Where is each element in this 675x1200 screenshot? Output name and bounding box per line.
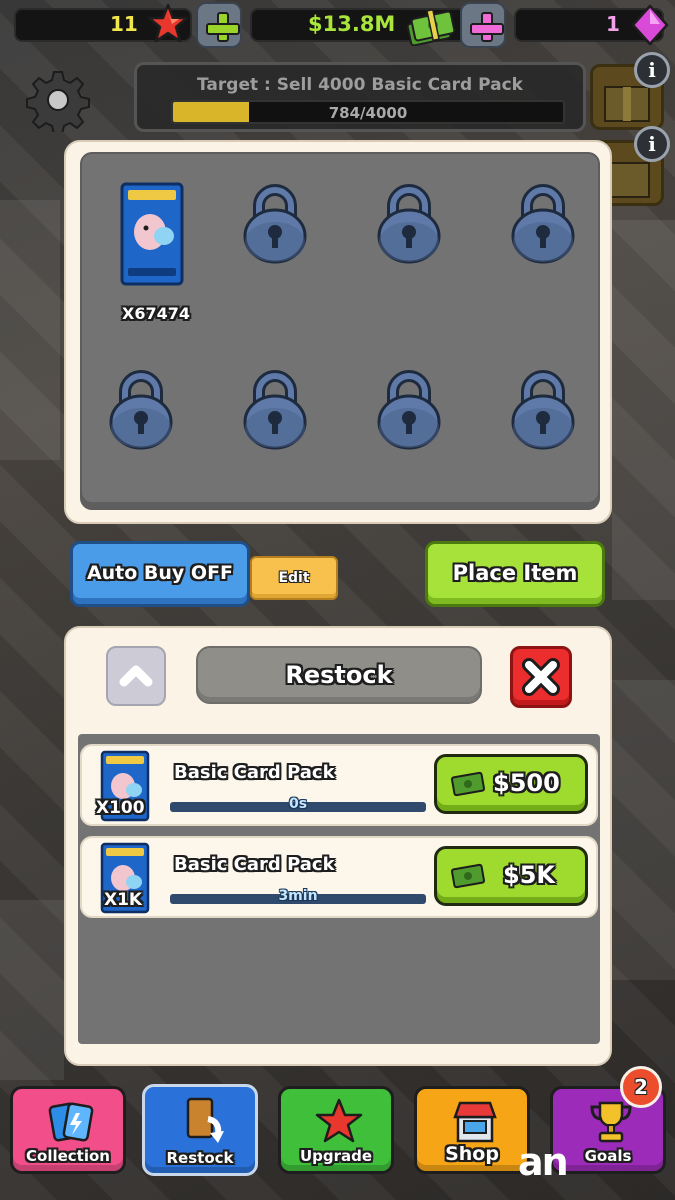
stars-count: 11 [110, 12, 138, 36]
restock-time: 3min [278, 888, 318, 904]
gem-icon [631, 4, 669, 46]
cash-stack-icon [406, 8, 456, 46]
background-shelf [0, 200, 60, 460]
buy-restock-button[interactable]: $5K [434, 846, 588, 906]
add-cash-button[interactable] [460, 2, 506, 48]
collapse-button[interactable] [106, 646, 166, 706]
target-label: Target : Sell 4000 Basic Card Pack [197, 75, 523, 95]
upgrade-star-icon [315, 1098, 363, 1143]
cash-icon [451, 771, 486, 797]
restock-row: X1K Basic Card Pack 3min $5K [80, 836, 598, 918]
lock-icon [109, 370, 173, 450]
info-icon[interactable]: i [634, 52, 670, 88]
nav-collection-button[interactable]: Collection [10, 1086, 126, 1174]
restock-title: Restock [196, 646, 482, 704]
watermark-logo: an [518, 1140, 569, 1184]
lock-icon [511, 184, 575, 264]
star-icon [147, 3, 189, 43]
lock-icon [511, 370, 575, 450]
nav-label: Goals [584, 1147, 632, 1165]
shop-icon [453, 1101, 497, 1143]
info-icon[interactable]: i [634, 126, 670, 162]
cards-icon [48, 1102, 94, 1142]
restock-pack-icon [186, 1097, 224, 1143]
nav-restock-button[interactable]: Restock [142, 1084, 258, 1176]
cash-amount: $13.8M [308, 12, 396, 36]
nav-shop-button[interactable]: Shop [414, 1086, 530, 1174]
close-icon [522, 658, 560, 696]
sales-target-panel: Target : Sell 4000 Basic Card Pack 784/4… [134, 62, 586, 132]
nav-label: Restock [166, 1149, 234, 1167]
restock-quantity: X1K [104, 890, 143, 910]
restock-quantity: X100 [96, 798, 145, 818]
nav-label: Shop [445, 1143, 499, 1165]
background-shelf [612, 680, 675, 980]
nav-label: Collection [26, 1147, 110, 1165]
nav-upgrade-button[interactable]: Upgrade [278, 1086, 394, 1174]
buy-restock-button[interactable]: $500 [434, 754, 588, 814]
restock-price: $500 [493, 769, 560, 797]
settings-gear-icon[interactable] [26, 68, 90, 132]
place-item-button[interactable]: Place Item [425, 541, 605, 607]
inventory-panel: X67474 [64, 140, 612, 524]
restock-time: 0s [288, 796, 308, 812]
inventory-grid: X67474 [80, 152, 600, 510]
lock-icon [243, 370, 307, 450]
add-stars-button[interactable] [196, 2, 242, 48]
edit-button[interactable]: Edit [250, 556, 338, 600]
background-shelf [612, 220, 675, 600]
goals-notification-badge: 2 [620, 1066, 662, 1108]
chevron-up-icon [119, 665, 153, 687]
pack-stock-count: X67474 [122, 304, 190, 323]
restock-list: X100 Basic Card Pack 0s $500 X1K Basic C… [78, 734, 600, 1044]
restock-item-name: Basic Card Pack [174, 854, 335, 875]
background-floor [0, 900, 64, 1080]
top-hud: 11 $13.8M 1 [0, 0, 675, 50]
lock-icon [377, 184, 441, 264]
auto-buy-toggle[interactable]: Auto Buy OFF [70, 541, 250, 607]
restock-item-name: Basic Card Pack [174, 762, 335, 783]
basic-card-pack-item[interactable] [120, 182, 184, 286]
gems-count: 1 [606, 12, 620, 36]
restock-row: X100 Basic Card Pack 0s $500 [80, 744, 598, 826]
lock-icon [243, 184, 307, 264]
cash-icon [451, 863, 486, 889]
close-button[interactable] [510, 646, 572, 708]
restock-panel: Restock X100 Basic Card Pack 0s $500 X1K… [64, 626, 612, 1066]
lock-icon [377, 370, 441, 450]
target-progress-bar: 784/4000 [171, 100, 565, 124]
target-progress-text: 784/4000 [328, 104, 408, 122]
restock-price: $5K [503, 861, 555, 889]
nav-label: Upgrade [299, 1147, 373, 1165]
